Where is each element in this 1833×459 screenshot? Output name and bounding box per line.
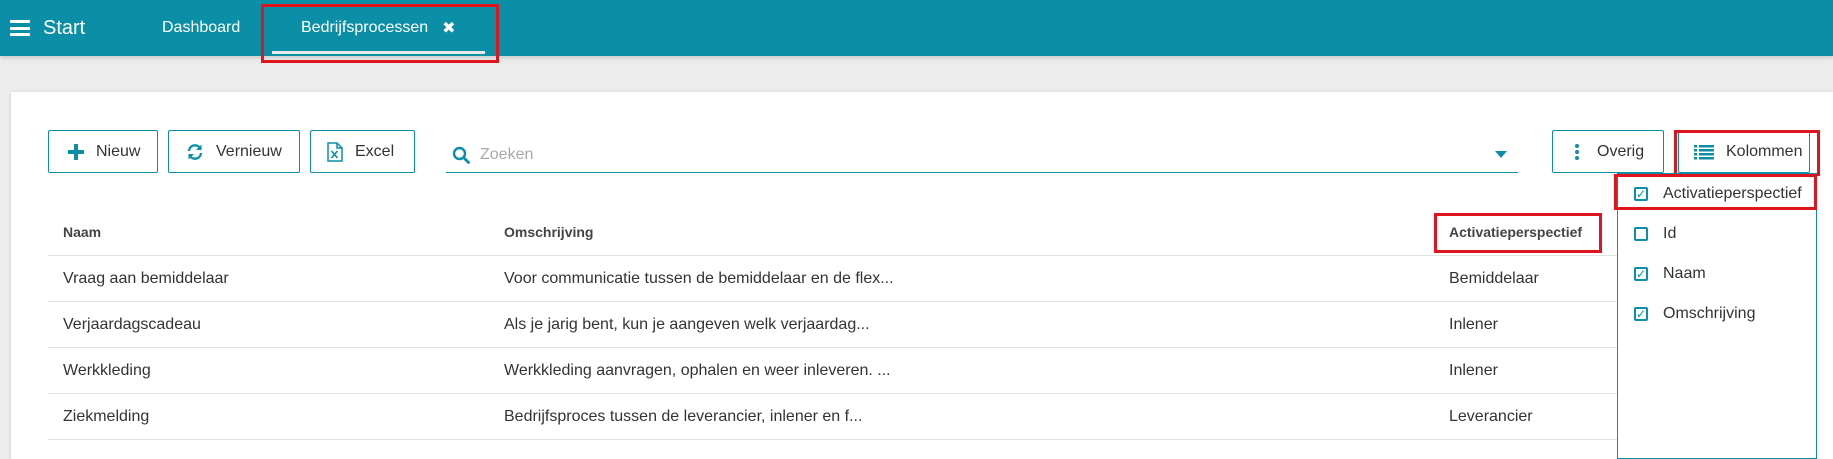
table-cell-omschrijving[interactable]: Voor communicatie tussen de bemiddelaar … — [504, 270, 894, 288]
table-cell-omschrijving[interactable]: Werkkleding aanvragen, ophalen en weer i… — [504, 362, 891, 380]
table-cell-activatieperspectief[interactable]: Inlener — [1449, 316, 1498, 334]
checkbox-checked-icon[interactable]: ✓ — [1634, 307, 1648, 321]
column-header-activatieperspectief[interactable]: Activatieperspectief — [1449, 224, 1582, 240]
excel-export-button[interactable]: Excel — [310, 130, 415, 173]
column-option-label: Naam — [1663, 265, 1706, 282]
table-cell-naam[interactable]: Werkkleding — [63, 362, 151, 380]
column-option-label: Id — [1663, 225, 1677, 242]
refresh-icon — [186, 143, 204, 161]
new-button-label: Nieuw — [96, 142, 141, 160]
column-option-label: Activatieperspectief — [1663, 185, 1802, 202]
search-dropdown-caret-icon[interactable] — [1495, 151, 1507, 158]
checkbox-checked-icon[interactable]: ✓ — [1634, 267, 1648, 281]
refresh-button-label: Vernieuw — [216, 142, 282, 160]
tab-bedrijfsprocessen[interactable]: Bedrijfsprocessen ✖ — [272, 0, 485, 56]
columns-button-label: Kolommen — [1726, 142, 1803, 160]
table-cell-omschrijving[interactable]: Als je jarig bent, kun je aangeven welk … — [504, 316, 870, 334]
columns-button[interactable]: Kolommen — [1678, 130, 1810, 173]
columns-dropdown-menu: ✓ Activatieperspectief Id ✓ Naam ✓ Omsch… — [1617, 173, 1817, 459]
start-label: Start — [43, 16, 86, 39]
tab-dashboard[interactable]: Dashboard — [162, 0, 240, 56]
start-menu-button[interactable]: Start — [10, 0, 85, 56]
refresh-button[interactable]: Vernieuw — [168, 130, 300, 173]
column-option-omschrijving[interactable]: ✓ Omschrijving — [1634, 305, 1755, 323]
row-divider — [48, 439, 1618, 440]
top-bar: Start Dashboard Bedrijfsprocessen ✖ — [0, 0, 1833, 56]
table-cell-activatieperspectief[interactable]: Bemiddelaar — [1449, 270, 1539, 288]
table-cell-activatieperspectief[interactable]: Inlener — [1449, 362, 1498, 380]
other-button-label: Overig — [1597, 142, 1645, 160]
table-cell-omschrijving[interactable]: Bedrijfsproces tussen de leverancier, in… — [504, 408, 862, 426]
active-tab-indicator — [272, 51, 485, 54]
table-cell-naam[interactable]: Verjaardagscadeau — [63, 316, 201, 334]
column-option-label: Omschrijving — [1663, 305, 1756, 322]
search-bar — [446, 137, 1518, 173]
tab-bedrijfsprocessen-label: Bedrijfsprocessen — [301, 19, 429, 36]
table-cell-activatieperspectief[interactable]: Leverancier — [1449, 408, 1533, 426]
column-option-id[interactable]: Id — [1634, 225, 1676, 243]
table-cell-naam[interactable]: Vraag aan bemiddelaar — [63, 270, 229, 288]
column-header-omschrijving[interactable]: Omschrijving — [504, 224, 593, 240]
vertical-ellipsis-icon — [1575, 143, 1579, 160]
column-option-naam[interactable]: ✓ Naam — [1634, 265, 1706, 283]
checkbox-unchecked-icon[interactable] — [1634, 227, 1648, 241]
excel-button-label: Excel — [355, 142, 395, 160]
column-header-naam[interactable]: Naam — [63, 224, 101, 240]
table-cell-naam[interactable]: Ziekmelding — [63, 408, 149, 426]
header-divider — [48, 255, 1618, 256]
search-icon — [452, 146, 470, 164]
hamburger-menu-icon — [10, 20, 30, 36]
row-divider — [48, 301, 1618, 302]
list-icon — [1694, 144, 1714, 160]
other-options-button[interactable]: Overig — [1552, 130, 1664, 173]
close-tab-icon[interactable]: ✖ — [442, 18, 455, 38]
row-divider — [48, 347, 1618, 348]
column-option-activatieperspectief[interactable]: ✓ Activatieperspectief — [1634, 185, 1802, 203]
row-divider — [48, 393, 1618, 394]
new-button[interactable]: Nieuw — [48, 130, 158, 173]
excel-file-icon — [327, 141, 343, 162]
tab-dashboard-label: Dashboard — [162, 19, 241, 36]
plus-icon — [68, 143, 84, 160]
checkbox-checked-icon[interactable]: ✓ — [1634, 187, 1648, 201]
search-input[interactable] — [480, 145, 1495, 164]
